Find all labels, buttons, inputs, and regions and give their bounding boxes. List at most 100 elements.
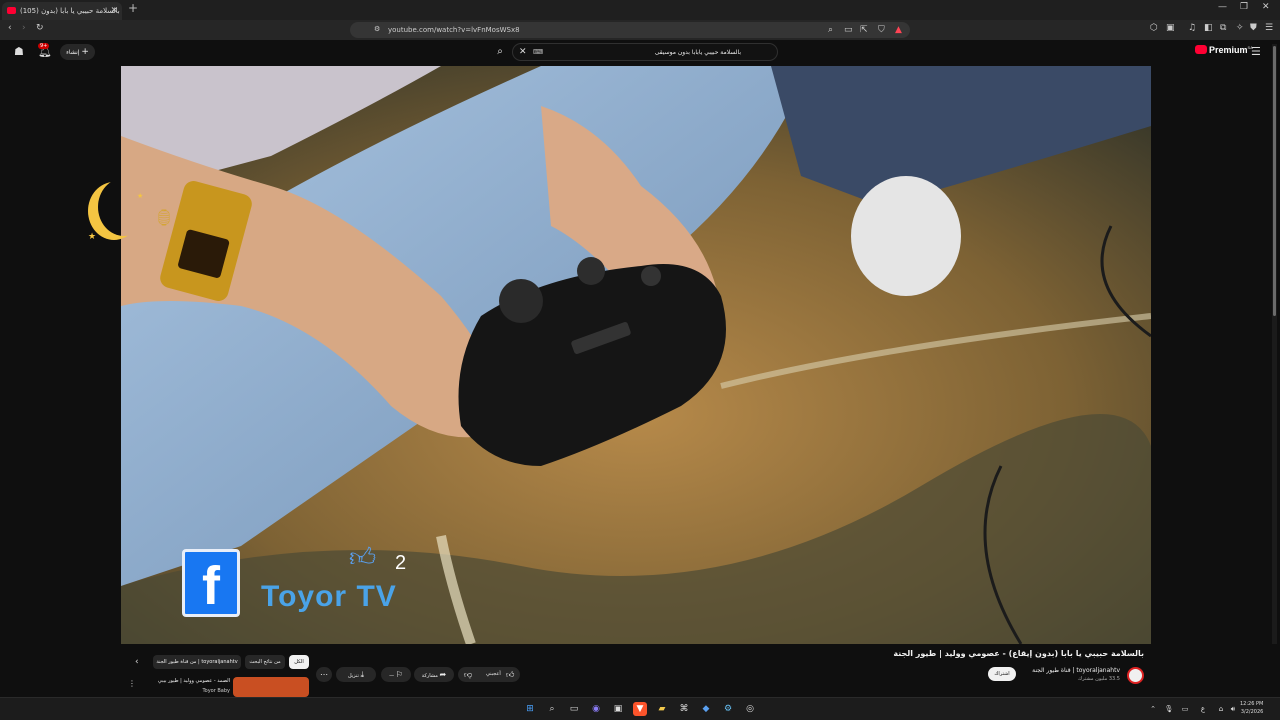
- microphone-icon[interactable]: 🎙︎: [1162, 702, 1176, 716]
- terminal-icon[interactable]: ⌘: [677, 702, 691, 716]
- address-bar[interactable]: ⚙ youtube.com/watch?v=lvFnMosWSx8 ⌕ ▭ ⇱ …: [350, 22, 910, 38]
- tray-expand-icon[interactable]: ⌃: [1146, 702, 1160, 716]
- browser-tab[interactable]: (105) بالسلامة حبيبي يا بابا (بدون ✕: [2, 2, 122, 20]
- new-tab-button[interactable]: +: [128, 1, 138, 15]
- rewards-icon[interactable]: ▲: [895, 25, 902, 35]
- tab-title: (105) بالسلامة حبيبي يا بابا (بدون: [20, 7, 120, 15]
- vpn-icon[interactable]: ⛊: [1250, 23, 1257, 33]
- subscriber-count: 33.5 مليون مشترك: [1078, 676, 1120, 682]
- url-text[interactable]: youtube.com/watch?v=lvFnMosWSx8: [388, 22, 520, 38]
- youtube-play-icon: [1195, 45, 1207, 54]
- save-button[interactable]: — ⚐: [381, 667, 411, 682]
- system-clock[interactable]: 12:26 PM 3/2/2026: [1240, 700, 1263, 716]
- site-info-icon[interactable]: ⚙: [374, 25, 380, 33]
- video-title: بالسلامة حبيبي يا بابا (بدون إيقاع) - عص…: [893, 649, 1144, 658]
- extensions-icon[interactable]: ⬡: [1150, 23, 1158, 33]
- close-window-button[interactable]: ✕: [1262, 2, 1270, 12]
- crescent-moon-icon: [98, 178, 150, 236]
- brave-browser-icon[interactable]: ▼: [633, 702, 647, 716]
- chevron-left-icon[interactable]: ‹: [135, 657, 139, 667]
- create-label: إنشاء: [66, 49, 80, 56]
- forward-icon[interactable]: ›: [22, 23, 26, 33]
- like-label[interactable]: أعجبني: [486, 667, 501, 682]
- share-icon: ➦: [439, 670, 447, 679]
- browser-tab-strip: (105) بالسلامة حبيبي يا بابا (بدون ✕ + —…: [0, 0, 1280, 20]
- tab-close-icon[interactable]: ✕: [110, 2, 118, 20]
- chip-all[interactable]: الكل: [289, 655, 309, 669]
- clear-search-icon[interactable]: ✕: [519, 47, 527, 57]
- overlay-brand-text: Toyor TV: [261, 580, 397, 613]
- sidebar-icon[interactable]: ◧: [1204, 23, 1213, 33]
- watch-metadata: بالسلامة حبيبي يا بابا (بدون إيقاع) - عص…: [0, 645, 1280, 697]
- reload-icon[interactable]: ↻: [36, 23, 44, 33]
- shield-icon[interactable]: ⛉: [878, 25, 885, 35]
- task-view-icon[interactable]: ▭: [567, 702, 581, 716]
- logo-text: Premium: [1209, 45, 1248, 55]
- bookmark-save-icon: ⚐: [395, 670, 403, 679]
- plus-icon: +: [81, 47, 89, 57]
- save-placeholder: —: [389, 673, 395, 679]
- share-button[interactable]: مشاركة ➦: [414, 667, 454, 682]
- youtube-premium-logo[interactable]: PremiumSA: [1195, 45, 1253, 55]
- like-icon[interactable]: 👍︎: [506, 667, 514, 682]
- share-page-icon[interactable]: ⇱: [860, 25, 868, 35]
- subscribe-button[interactable]: اشتراك: [988, 667, 1016, 681]
- steam-icon[interactable]: ⚙: [721, 702, 735, 716]
- keyboard-icon[interactable]: ⌨: [533, 48, 543, 56]
- account-avatar[interactable]: ☗: [14, 45, 24, 58]
- os-taskbar: ⊞ ⌕ ▭ ◉ ▣ ▼ ▰ ⌘ ◆ ⚙ ◎ ⌃ 🎙︎ ▭ ع ⌂ 🔊︎ 12:2…: [0, 697, 1280, 720]
- search-query[interactable]: بالسلامة حبيبي يابابا بدون موسيقى: [655, 44, 741, 61]
- recommendation-thumbnail[interactable]: [233, 677, 309, 697]
- star-icon: ★: [88, 232, 97, 242]
- ai-icon[interactable]: ✧: [1236, 23, 1244, 33]
- youtube-favicon-icon: [7, 7, 16, 14]
- overlay-like-count: 2: [395, 552, 407, 574]
- video-frame: [121, 66, 1151, 644]
- input-language[interactable]: ع: [1196, 702, 1210, 716]
- download-label: تنزيل: [348, 673, 359, 679]
- channel-name[interactable]: toyoraljanahtv | قناة طيور الجنة: [1032, 667, 1120, 674]
- back-icon[interactable]: ‹: [8, 23, 12, 33]
- more-actions-button[interactable]: ⋯: [316, 667, 332, 682]
- search-input[interactable]: ✕ ⌨ بالسلامة حبيبي يابابا بدون موسيقى: [512, 43, 778, 61]
- notification-badge: 9+: [38, 43, 50, 49]
- discord-icon[interactable]: ◉: [589, 702, 603, 716]
- menu-icon[interactable]: ☰: [1265, 23, 1273, 33]
- music-icon[interactable]: ♫: [1188, 23, 1196, 33]
- taskbar-search-icon[interactable]: ⌕: [545, 702, 559, 716]
- cast-icon[interactable]: ▭: [844, 25, 853, 35]
- scrollbar-thumb[interactable]: [1273, 46, 1276, 316]
- video-player[interactable]: f 👍︎ 2 Toyor TV: [121, 66, 1151, 644]
- volume-icon[interactable]: 🔊︎: [1226, 702, 1240, 716]
- app-icon[interactable]: ◆: [699, 702, 713, 716]
- channel-avatar[interactable]: [1127, 667, 1144, 684]
- create-button[interactable]: إنشاء +: [60, 44, 95, 60]
- browser-toolbar: ‹ › ↻ ⚐ ⚙ youtube.com/watch?v=lvFnMosWSx…: [0, 20, 1280, 40]
- file-explorer-icon[interactable]: ▰: [655, 702, 669, 716]
- share-label: مشاركة: [421, 673, 438, 679]
- like-dislike-group: 👎︎ أعجبني 👍︎: [458, 667, 520, 682]
- chrome-icon[interactable]: ◎: [743, 702, 757, 716]
- battery-icon[interactable]: ▭: [1178, 702, 1192, 716]
- clock-date: 3/2/2026: [1240, 709, 1264, 715]
- lantern-icon: 🏮︎: [154, 208, 175, 227]
- recommendation-channel[interactable]: Toyor Baby: [202, 688, 230, 694]
- download-button[interactable]: تنزيل ⤓: [336, 667, 376, 682]
- youtube-masthead: ☗ 🔔︎ 9+ إنشاء + ⌕ ✕ ⌨ بالسلامة حبيبي ياب…: [0, 40, 1280, 64]
- recommendation-title[interactable]: الصمد - عصومي ووليد | طيور بيبي: [158, 678, 230, 684]
- windows-start-icon[interactable]: ⊞: [523, 702, 537, 716]
- dislike-icon[interactable]: 👎︎: [464, 667, 472, 682]
- facebook-icon: f: [182, 549, 240, 617]
- zoom-icon[interactable]: ⌕: [828, 25, 833, 35]
- media-app-icon[interactable]: ▣: [611, 702, 625, 716]
- chip-search-results[interactable]: من نتائج البحث: [245, 655, 285, 669]
- tab-groups-icon[interactable]: ⧉: [1220, 23, 1226, 33]
- thumbs-up-icon: 👍︎: [349, 543, 377, 573]
- maximize-button[interactable]: ❐: [1240, 2, 1248, 12]
- minimize-button[interactable]: —: [1218, 2, 1227, 12]
- guide-menu-icon[interactable]: ☰: [1251, 45, 1261, 58]
- kebab-menu-icon[interactable]: ⋮: [128, 679, 136, 688]
- chip-channel[interactable]: من قناة طيور الجنة | toyoraljanahtv: [153, 655, 241, 669]
- wallet-icon[interactable]: ▣: [1166, 23, 1175, 33]
- search-icon[interactable]: ⌕: [488, 43, 512, 61]
